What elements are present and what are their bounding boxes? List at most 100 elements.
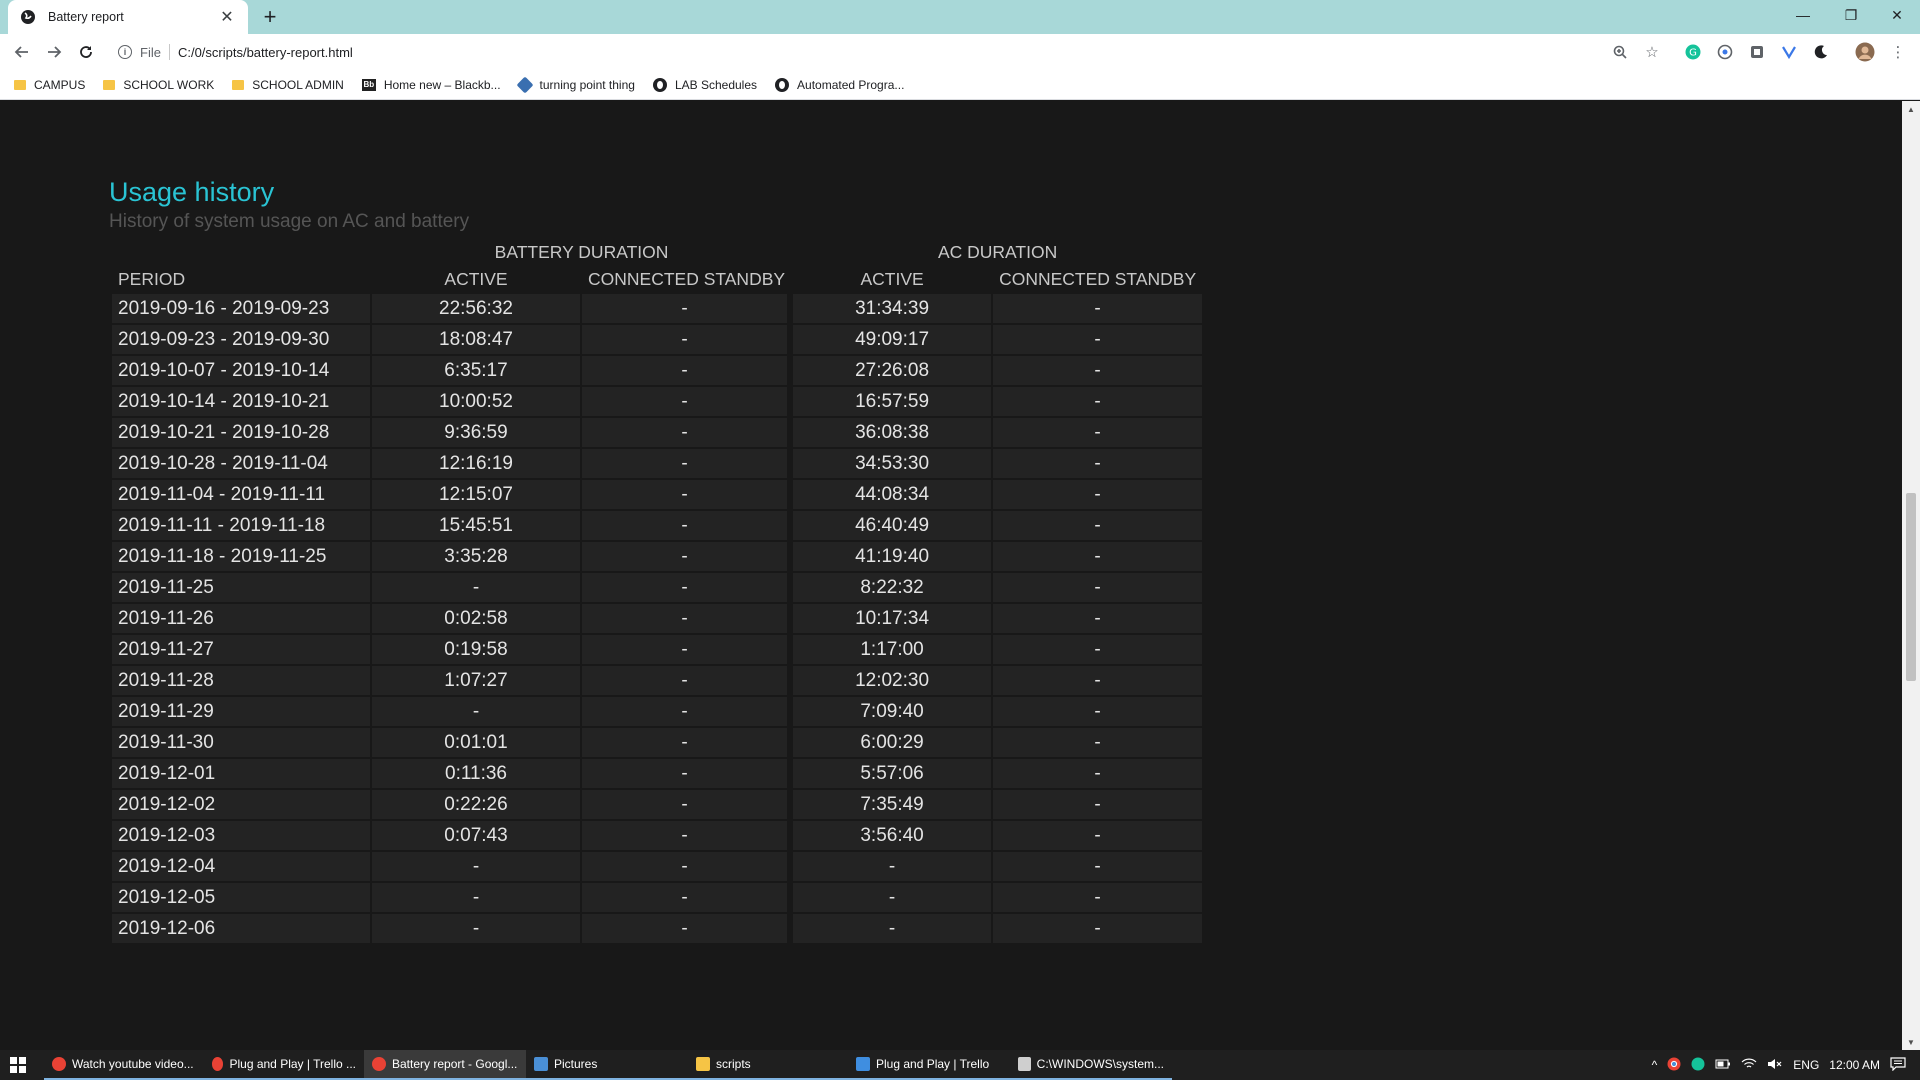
bookmark-star-icon[interactable]: ☆ [1642,42,1662,62]
start-button[interactable] [0,1050,36,1080]
address-scheme: File [140,44,161,60]
forward-button[interactable] [42,40,66,64]
scroll-thumb[interactable] [1906,493,1916,681]
taskbar-item[interactable]: Plug and Play | Trello [848,1050,1010,1080]
taskbar-item[interactable]: Watch youtube video... [44,1050,204,1080]
windows-taskbar: Watch youtube video... Plug and Play | Tr… [0,1050,1920,1080]
ac-active-cell: 44:08:34 [793,480,992,509]
bookmark-turning-point[interactable]: turning point thing [516,76,635,93]
battery-active-cell: 3:35:28 [372,542,580,571]
period-header: PERIOD [118,269,186,289]
ac-connected-standby-cell: - [993,480,1203,509]
taskbar-item[interactable]: C:\WINDOWS\system... [1010,1050,1172,1080]
info-icon[interactable]: i [118,45,132,59]
bookmark-campus[interactable]: CAMPUS [14,78,85,92]
dark-mode-moon-icon[interactable] [1811,42,1831,62]
battery-connected-standby-cell: - [582,387,792,416]
table-row: 2019-10-21 - 2019-10-28 9:36:59-36:08:38- [112,418,1203,447]
bookmark-label: CAMPUS [34,77,86,92]
profile-avatar[interactable] [1855,42,1875,62]
chrome-tray-icon[interactable] [1667,1057,1681,1074]
battery-active-cell: 9:36:59 [372,418,580,447]
bookmark-label: Home new – Blackb... [383,77,501,92]
period-cell: 2019-10-21 - 2019-10-28 [112,418,370,447]
scroll-down-icon[interactable]: ▼ [1902,1034,1920,1050]
group-header-row: BATTERY DURATION AC DURATION [112,240,1202,265]
volume-muted-icon[interactable] [1767,1058,1783,1073]
table-row: 2019-11-30 0:01:01-6:00:29- [112,728,1203,757]
chevron-up-icon[interactable]: ^ [1652,1058,1658,1072]
bookmark-lab-schedules[interactable]: LAB Schedules [652,77,758,92]
menu-dots-icon[interactable]: ⋮ [1888,42,1908,62]
ac-connected-standby-cell: - [993,511,1203,540]
taskbar-item-label: Plug and Play | Trello ... [229,1057,356,1071]
ac-active-cell: 12:02:30 [793,666,992,695]
reload-button[interactable] [74,40,98,64]
grammarly-tray-icon[interactable] [1691,1057,1705,1074]
grammarly-icon[interactable]: G [1683,42,1703,62]
taskbar-item[interactable]: Battery report - Googl... [364,1050,526,1080]
blackboard-icon: Bb [361,78,376,91]
section-subtitle: History of system usage on AC and batter… [109,211,470,232]
period-cell: 2019-11-11 - 2019-11-18 [112,511,370,540]
period-cell: 2019-12-05 [112,883,370,912]
close-tab-icon[interactable]: ✕ [218,8,236,26]
address-bar[interactable]: i File C:/0/scripts/battery-report.html [110,38,1660,66]
table-row: 2019-11-29- -7:09:40- [112,697,1203,726]
taskbar-item-label: scripts [716,1057,751,1071]
ac-connected-standby-cell: - [993,728,1203,757]
address-url[interactable]: C:/0/scripts/battery-report.html [178,45,353,60]
battery-connected-standby-cell: - [582,325,792,354]
bookmark-school-work[interactable]: SCHOOL WORK [103,78,214,92]
wifi-icon[interactable] [1741,1058,1757,1073]
ac-active-cell: - [793,852,992,881]
notifications-icon[interactable] [1890,1056,1906,1074]
taskbar-item[interactable]: Pictures [526,1050,688,1080]
battery-active-header: ACTIVE [444,269,508,289]
ac-active-cell: - [793,914,992,943]
battery-connected-standby-cell: - [582,759,792,788]
taskbar-item[interactable]: Plug and Play | Trello ... [204,1050,364,1080]
folder-icon [696,1057,710,1071]
back-button[interactable] [10,40,34,64]
table-row: 2019-11-18 - 2019-11-25 3:35:28-41:19:40- [112,542,1203,571]
bookmark-automated-programs[interactable]: Automated Progra... [775,77,904,92]
battery-connected-standby-cell: - [582,604,792,633]
battery-active-cell: - [372,573,580,602]
battery-active-cell: 6:35:17 [372,356,580,385]
bookmark-blackboard[interactable]: Bb Home new – Blackb... [361,77,501,92]
reload-icon [80,46,92,58]
ac-active-cell: 7:35:49 [793,790,992,819]
ac-connected-standby-cell: - [993,356,1203,385]
battery-icon[interactable] [1715,1058,1731,1073]
battery-active-cell: 0:22:26 [372,790,580,819]
language-indicator[interactable]: ENG [1793,1058,1819,1072]
zoom-icon[interactable] [1610,42,1630,62]
tab-battery-report[interactable]: Battery report ✕ [8,0,248,34]
taskbar-item[interactable]: scripts [688,1050,848,1080]
cmd-icon [1018,1057,1031,1071]
new-tab-button[interactable]: + [258,4,282,29]
ac-active-cell: - [793,883,992,912]
usage-table-body: 2019-09-16 - 2019-09-23 22:56:32-31:34:39… [112,294,1203,943]
clock[interactable]: 12:00 AM [1829,1058,1880,1072]
scroll-up-icon[interactable]: ▲ [1902,101,1920,117]
ac-connected-standby-cell: - [993,790,1203,819]
extension-v-icon[interactable] [1779,42,1799,62]
bookmarks-bar: CAMPUS SCHOOL WORK SCHOOL ADMIN Bb Home … [0,70,1920,100]
battery-active-cell: 0:11:36 [372,759,580,788]
minimize-button[interactable]: — [1780,0,1826,30]
vertical-scrollbar[interactable]: ▲ ▼ [1902,101,1920,1050]
taskbar-items: Watch youtube video... Plug and Play | Tr… [36,1050,1172,1080]
arrow-right-icon [48,46,62,58]
bookmark-label: LAB Schedules [674,77,758,92]
battery-connected-standby-cell: - [582,542,792,571]
extension-box-icon[interactable] [1747,42,1767,62]
ac-connected-standby-cell: - [993,449,1203,478]
period-cell: 2019-12-01 [112,759,370,788]
battery-active-cell: - [372,914,580,943]
close-window-button[interactable]: ✕ [1874,0,1920,30]
bookmark-school-admin[interactable]: SCHOOL ADMIN [232,78,344,92]
extension-shield-icon[interactable] [1715,42,1735,62]
restore-button[interactable]: ❐ [1828,0,1874,30]
